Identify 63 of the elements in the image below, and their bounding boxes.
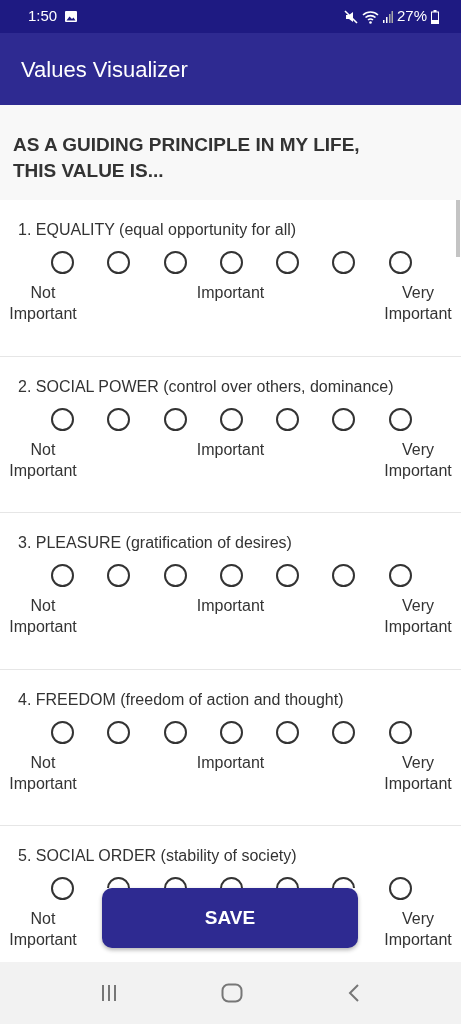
question-title: 5. SOCIAL ORDER (stability of society) [17,846,298,866]
radio-button[interactable] [276,564,300,587]
question-title: 3. PLEASURE (gratification of desires) [17,533,293,553]
status-time: 1:50 [28,6,58,27]
radio-button[interactable] [276,251,300,274]
scale-label: Very Important [383,439,453,481]
battery-percentage: 27% [396,6,427,27]
question-title: 1. EQUALITY (equal opportunity for all) [17,220,298,240]
scale-label: Important [196,596,265,616]
recent-apps-icon[interactable] [99,984,118,1002]
radio-button[interactable] [219,407,243,431]
radio-button[interactable] [107,251,131,274]
app-title: Values Visualizer [21,55,188,84]
wifi-icon [361,9,379,24]
radio-button[interactable] [51,720,74,744]
scale-label: Important [196,439,265,460]
signal-icon [382,10,393,23]
radio-button[interactable] [51,564,74,587]
scale-label: Very Important [383,752,453,794]
radio-button[interactable] [219,564,243,587]
radio-button[interactable] [163,251,187,274]
radio-button[interactable] [332,564,356,587]
scale-label: Not Important [8,283,78,324]
scale-label: Not Important [8,909,78,950]
radio-button[interactable] [107,720,131,744]
scale-label: Not Important [8,439,78,481]
back-icon[interactable] [347,983,362,1003]
battery-icon [431,9,439,24]
radio-button[interactable] [163,407,187,431]
save-button[interactable]: SAVE [102,888,358,948]
scale-label: Not Important [8,596,78,637]
prompt-heading: AS A GUIDING PRINCIPLE IN MY LIFE, THIS VALUE IS... [13,133,361,184]
radio-button[interactable] [51,877,74,900]
scale-label: Very Important [383,283,453,324]
radio-button[interactable] [51,407,74,431]
radio-button[interactable] [388,251,412,274]
radio-button[interactable] [51,251,74,274]
radio-button[interactable] [276,407,300,431]
radio-button[interactable] [332,407,356,431]
radio-button[interactable] [107,564,131,587]
radio-button[interactable] [388,877,412,900]
radio-button[interactable] [219,251,243,274]
scale-label: Not Important [8,752,78,794]
image-icon [65,11,78,22]
home-icon[interactable] [221,983,244,1003]
radio-button[interactable] [107,407,131,431]
radio-button[interactable] [276,720,300,744]
radio-button[interactable] [163,564,187,587]
question-title: 4. FREEDOM (freedom of action and thought) [17,689,345,710]
radio-button[interactable] [332,720,356,744]
radio-button[interactable] [332,251,356,274]
radio-button[interactable] [388,720,412,744]
scale-label: Important [196,283,265,303]
scale-label: Very Important [383,596,453,637]
question-title: 2. SOCIAL POWER (control over others, dominance) [17,376,395,397]
scale-label: Very Important [383,909,453,950]
radio-button[interactable] [388,564,412,587]
radio-button[interactable] [388,407,412,431]
scrollbar [456,200,460,257]
mute-icon [343,9,358,24]
radio-button[interactable] [219,720,243,744]
scale-label: Important [196,752,265,773]
radio-button[interactable] [163,720,187,744]
